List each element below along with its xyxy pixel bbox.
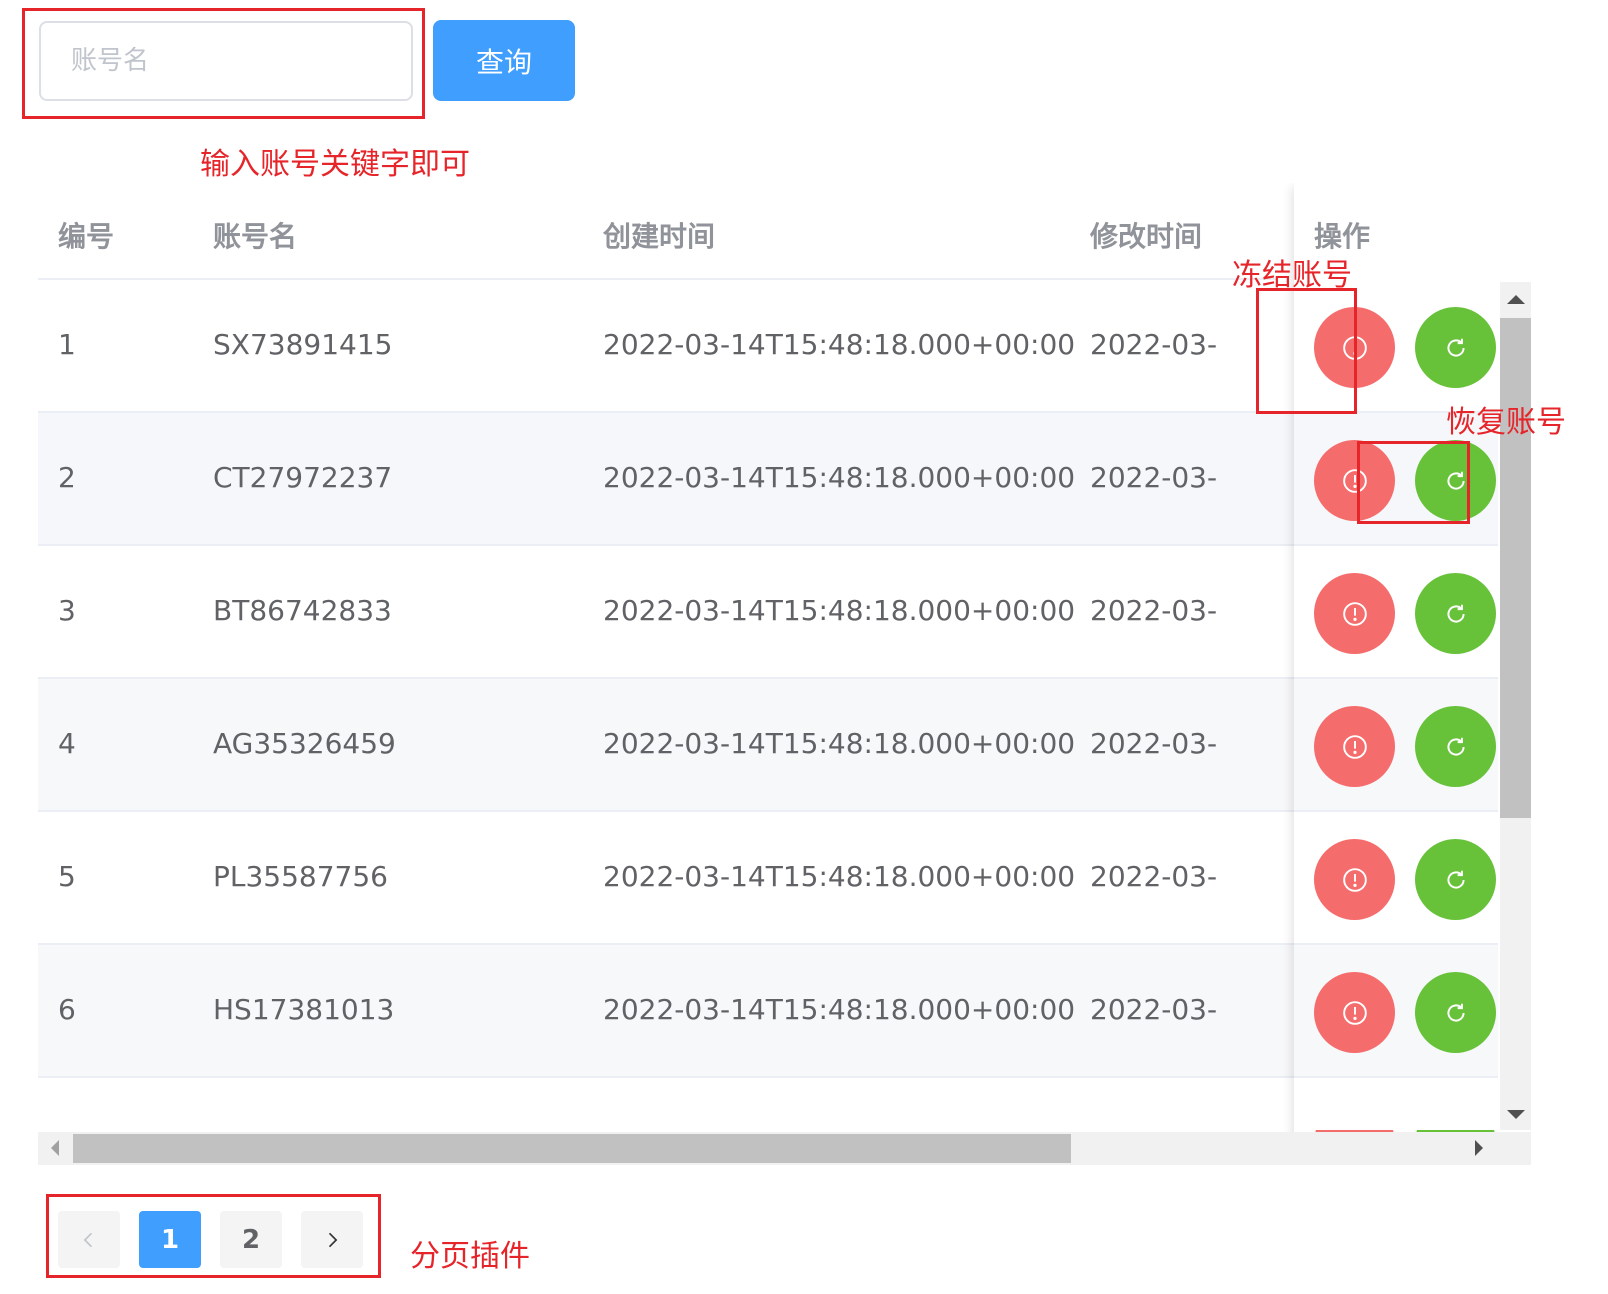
- refresh-icon: [1446, 737, 1465, 755]
- horizontal-scroll-thumb[interactable]: [73, 1134, 1071, 1163]
- freeze-annotation-label: 冻结账号: [1232, 258, 1352, 293]
- column-header-actions: 操作: [1314, 220, 1371, 253]
- table-row: [38, 1078, 1498, 1130]
- refresh-icon: [1446, 1003, 1465, 1021]
- next-page-button[interactable]: [301, 1211, 363, 1268]
- scroll-down-arrow-icon[interactable]: [1507, 1110, 1525, 1119]
- cell-account: BT86742833: [213, 594, 392, 627]
- restore-account-button[interactable]: [1415, 972, 1496, 1053]
- warning-circle-icon: [1342, 734, 1367, 759]
- prev-page-button[interactable]: [58, 1211, 120, 1268]
- cell-created: 2022-03-14T15:48:18.000+00:00: [603, 993, 1076, 1026]
- restore-account-button[interactable]: [1415, 706, 1496, 787]
- cell-created: 2022-03-14T15:48:18.000+00:00: [603, 328, 1076, 361]
- cell-modified: 2022-03-: [1090, 860, 1218, 893]
- cell-created: 2022-03-14T15:48:18.000+00:00: [603, 860, 1076, 893]
- freeze-account-button[interactable]: [1314, 972, 1395, 1053]
- cell-id: 1: [58, 328, 76, 361]
- restore-account-button[interactable]: [1415, 307, 1496, 388]
- cell-modified: 2022-03-: [1090, 993, 1218, 1026]
- table-row: 2 CT27972237 2022-03-14T15:48:18.000+00:…: [38, 413, 1498, 546]
- restore-account-button[interactable]: [1415, 440, 1496, 521]
- search-annotation-label: 输入账号关键字即可: [200, 147, 470, 182]
- column-header-id: 编号: [58, 220, 115, 253]
- cell-account: SX73891415: [213, 328, 393, 361]
- cell-created: 2022-03-14T15:48:18.000+00:00: [603, 594, 1076, 627]
- scroll-left-arrow-icon[interactable]: [51, 1140, 59, 1156]
- refresh-icon: [1446, 471, 1465, 489]
- page-button-1[interactable]: 1: [139, 1211, 201, 1268]
- table-body[interactable]: 1 SX73891415 2022-03-14T15:48:18.000+00:…: [38, 280, 1498, 1130]
- cell-modified: 2022-03-: [1090, 461, 1218, 494]
- table-header: 编号 账号名 创建时间 修改时间: [38, 183, 1278, 280]
- page-button-2[interactable]: 2: [220, 1211, 282, 1268]
- freeze-account-button[interactable]: [1314, 706, 1395, 787]
- warning-circle-icon: [1342, 335, 1367, 360]
- cell-account: AG35326459: [213, 727, 396, 760]
- refresh-icon: [1446, 338, 1465, 356]
- cell-id: 4: [58, 727, 76, 760]
- cell-id: 3: [58, 594, 76, 627]
- restore-annotation-label: 恢复账号: [1446, 405, 1566, 440]
- refresh-icon: [1446, 870, 1465, 888]
- cell-modified: 2022-03-: [1090, 594, 1218, 627]
- chevron-left-icon: [83, 1232, 93, 1247]
- cell-account: PL35587756: [213, 860, 388, 893]
- account-search-input[interactable]: [39, 21, 413, 101]
- freeze-account-button[interactable]: [1314, 307, 1395, 388]
- chevron-right-icon: [328, 1232, 338, 1247]
- cell-account: HS17381013: [213, 993, 395, 1026]
- warning-circle-icon: [1342, 468, 1367, 493]
- vertical-scroll-thumb[interactable]: [1500, 318, 1531, 818]
- accounts-table: 编号 账号名 创建时间 修改时间 1 SX73891415 2022-03-14…: [38, 183, 1531, 1163]
- scroll-up-arrow-icon[interactable]: [1507, 295, 1525, 304]
- cell-created: 2022-03-14T15:48:18.000+00:00: [603, 727, 1076, 760]
- restore-account-button[interactable]: [1415, 839, 1496, 920]
- warning-circle-icon: [1342, 601, 1367, 626]
- table-row: 5 PL35587756 2022-03-14T15:48:18.000+00:…: [38, 812, 1498, 945]
- column-header-created: 创建时间: [603, 220, 716, 253]
- cell-id: 5: [58, 860, 76, 893]
- cell-modified: 2022-03-: [1090, 727, 1218, 760]
- cell-id: 6: [58, 993, 76, 1026]
- query-button[interactable]: 查询: [433, 20, 575, 101]
- cell-id: 2: [58, 461, 76, 494]
- refresh-icon: [1446, 604, 1465, 622]
- cell-created: 2022-03-14T15:48:18.000+00:00: [603, 461, 1076, 494]
- freeze-account-button[interactable]: [1314, 839, 1395, 920]
- column-header-account: 账号名: [213, 220, 298, 253]
- freeze-account-button[interactable]: [1314, 573, 1395, 654]
- restore-account-button[interactable]: [1415, 573, 1496, 654]
- scroll-right-arrow-icon[interactable]: [1475, 1140, 1483, 1156]
- table-row: 4 AG35326459 2022-03-14T15:48:18.000+00:…: [38, 679, 1498, 812]
- cell-account: CT27972237: [213, 461, 393, 494]
- table-row: 1 SX73891415 2022-03-14T15:48:18.000+00:…: [38, 280, 1498, 413]
- column-header-modified: 修改时间: [1090, 220, 1203, 253]
- table-row: 6 HS17381013 2022-03-14T15:48:18.000+00:…: [38, 945, 1498, 1078]
- cell-modified: 2022-03-: [1090, 328, 1218, 361]
- fixed-actions-column: 操作: [1294, 183, 1531, 1163]
- table-row: 3 BT86742833 2022-03-14T15:48:18.000+00:…: [38, 546, 1498, 679]
- freeze-account-button[interactable]: [1314, 440, 1395, 521]
- warning-circle-icon: [1342, 867, 1367, 892]
- pagination-annotation-label: 分页插件: [410, 1239, 530, 1274]
- warning-circle-icon: [1342, 1000, 1367, 1025]
